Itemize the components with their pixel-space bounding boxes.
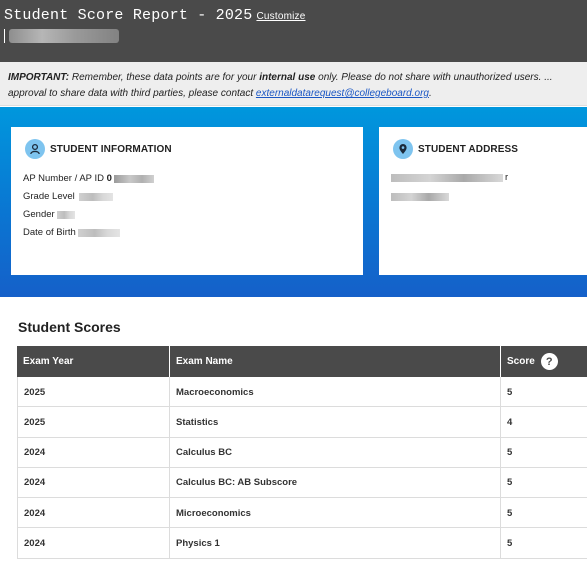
student-information-card: STUDENT INFORMATION AP Number / AP ID 0 … <box>11 127 363 275</box>
student-name-redacted <box>9 29 119 43</box>
table-row: 2024 Calculus BC 5 <box>17 437 587 468</box>
person-icon <box>25 139 45 159</box>
table-row: 2024 Calculus BC: AB Subscore 5 <box>17 467 587 499</box>
score-cell: 5 <box>507 537 513 549</box>
column-header-score-label: Score <box>507 356 535 367</box>
address-visible-fragment: r <box>505 172 509 183</box>
ap-number-label: AP Number / AP ID <box>23 173 104 184</box>
notice-line-2: approval to share data with third partie… <box>8 86 579 102</box>
exam-year-cell: 2025 <box>17 377 170 407</box>
exam-name-cell: Statistics <box>170 407 501 438</box>
score-cell: 4 <box>507 416 513 428</box>
privacy-notice: IMPORTANT: Remember, these data points a… <box>0 62 587 106</box>
report-header: Student Score Report - 2025 Customize <box>0 0 587 62</box>
exam-year-cell: 2024 <box>17 467 170 498</box>
gender-redacted <box>56 210 75 219</box>
student-information-title: STUDENT INFORMATION <box>50 143 172 155</box>
score-cell: 5 <box>507 447 513 459</box>
scores-table-header: Exam Year Exam Name Score ? <box>17 346 587 377</box>
help-icon[interactable]: ? <box>540 353 558 370</box>
text-cursor <box>4 29 5 43</box>
scores-table-body: 2025 Macroeconomics 5 2025 Statistics 4 … <box>17 377 587 559</box>
notice-bold-text: internal use <box>259 72 316 83</box>
student-info-band: STUDENT INFORMATION AP Number / AP ID 0 … <box>0 107 587 297</box>
notice-important-label: IMPORTANT: <box>8 72 70 83</box>
exam-name-cell: Microeconomics <box>170 498 501 529</box>
notice-line-1: IMPORTANT: Remember, these data points a… <box>8 70 579 86</box>
exam-name-cell: Calculus BC: AB Subscore <box>170 467 501 498</box>
student-scores-heading: Student Scores <box>18 319 121 335</box>
report-title: Student Score Report - 2025 Customize <box>4 7 306 24</box>
customize-link[interactable]: Customize <box>256 11 305 22</box>
location-pin-icon <box>393 139 413 159</box>
notice-text-a: Remember, these data points are for your <box>69 72 260 83</box>
student-address-card: STUDENT ADDRESS r <box>379 127 587 275</box>
notice-text-c: approval to share data with third partie… <box>8 88 256 99</box>
table-row: 2025 Statistics 4 <box>17 407 587 438</box>
student-address-title: STUDENT ADDRESS <box>418 143 519 155</box>
table-row: 2025 Macroeconomics 5 <box>17 377 587 408</box>
notice-text-b: only. Please do not share with unauthori… <box>315 72 553 83</box>
ap-number-visible: 0 <box>106 173 112 184</box>
dob-redacted <box>77 228 120 237</box>
exam-year-cell: 2025 <box>17 407 170 438</box>
score-cell: 5 <box>507 386 513 398</box>
gender-row: Gender <box>23 209 75 220</box>
dob-label: Date of Birth <box>23 227 76 238</box>
table-row: 2024 Microeconomics 5 <box>17 498 587 529</box>
exam-year-cell: 2024 <box>17 437 170 468</box>
dob-row: Date of Birth <box>23 227 120 238</box>
table-row: 2024 Physics 1 5 <box>17 528 587 559</box>
address-line-2-redacted <box>391 193 449 201</box>
student-address-header: STUDENT ADDRESS <box>393 139 518 159</box>
score-cell: 5 <box>507 507 513 519</box>
column-header-exam-name: Exam Name <box>170 346 501 377</box>
grade-level-label: Grade Level <box>23 191 75 202</box>
student-information-header: STUDENT INFORMATION <box>25 139 172 159</box>
grade-level-redacted <box>78 192 113 201</box>
ap-number-redacted <box>113 174 154 183</box>
exam-name-cell: Macroeconomics <box>170 377 501 407</box>
email-link[interactable]: externaldatarequest@collegeboard.org <box>256 88 429 99</box>
report-title-text: Student Score Report - 2025 <box>4 7 253 24</box>
exam-name-cell: Calculus BC <box>170 437 501 468</box>
ap-number-row: AP Number / AP ID 0 <box>23 173 154 184</box>
column-header-exam-year: Exam Year <box>17 346 170 377</box>
grade-level-row: Grade Level <box>23 191 113 202</box>
address-line-1-redacted <box>391 174 503 182</box>
exam-year-cell: 2024 <box>17 498 170 529</box>
exam-name-cell: Physics 1 <box>170 528 501 559</box>
notice-text-d: . <box>428 88 432 99</box>
exam-year-cell: 2024 <box>17 528 170 559</box>
column-header-score: Score ? <box>501 346 587 377</box>
score-cell: 5 <box>507 477 513 489</box>
gender-label: Gender <box>23 209 55 220</box>
